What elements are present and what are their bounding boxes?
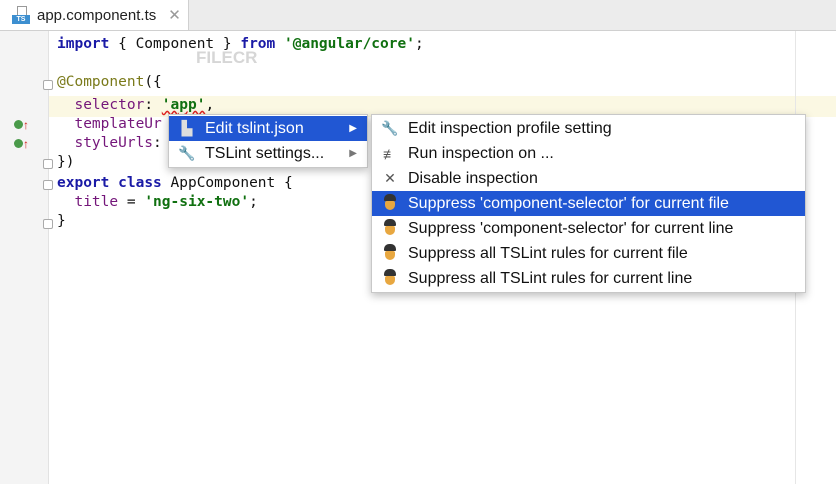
menu-item-label: Edit tslint.json (205, 119, 304, 137)
run-inspection-icon: ≢ (383, 145, 397, 162)
suppress-icon (382, 219, 398, 235)
menu-item-run-inspection[interactable]: ≢ Run inspection on ... (372, 141, 805, 166)
tab-title: app.component.ts (37, 6, 157, 24)
suppress-icon (382, 269, 398, 285)
gutter (0, 31, 49, 484)
code-line[interactable]: import { Component } from '@angular/core… (57, 36, 424, 52)
suppress-icon (382, 194, 398, 210)
menu-item-label: Suppress 'component-selector' for curren… (408, 219, 734, 237)
code-line[interactable]: export class AppComponent { (57, 175, 293, 191)
menu-item-suppress-all-file[interactable]: Suppress all TSLint rules for current fi… (372, 241, 805, 266)
implemented-marker-icon[interactable]: ↑ (14, 118, 29, 132)
fold-icon[interactable] (43, 180, 53, 190)
menu-item-tslint-settings[interactable]: 🔧 TSLint settings... ▶ (169, 141, 367, 166)
tab-app-component[interactable]: TS app.component.ts ✕ (0, 0, 189, 30)
close-icon[interactable]: ✕ (168, 6, 181, 24)
submenu-arrow-icon: ▶ (349, 148, 357, 159)
menu-item-label: Suppress 'component-selector' for curren… (408, 194, 729, 212)
menu-item-label: TSLint settings... (205, 144, 325, 162)
code-line[interactable]: selector: 'app', (57, 97, 214, 113)
menu-item-edit-tslint[interactable]: ▙ Edit tslint.json ▶ (169, 116, 367, 141)
tslint-file-icon: ▙ (181, 120, 193, 136)
suppress-icon (382, 244, 398, 260)
fold-icon[interactable] (43, 219, 53, 229)
menu-item-edit-profile[interactable]: 🔧 Edit inspection profile setting (372, 116, 805, 141)
submenu-arrow-icon: ▶ (349, 123, 357, 134)
menu-item-label: Disable inspection (408, 169, 538, 187)
menu-item-label: Edit inspection profile setting (408, 119, 612, 137)
code-line[interactable]: } (57, 213, 66, 229)
menu-item-suppress-rule-line[interactable]: Suppress 'component-selector' for curren… (372, 216, 805, 241)
close-icon: ✕ (384, 170, 396, 186)
typescript-file-icon: TS (12, 6, 30, 24)
code-line[interactable]: @Component({ (57, 74, 162, 90)
implemented-marker-icon[interactable]: ↑ (14, 137, 29, 151)
fold-icon[interactable] (43, 80, 53, 90)
menu-item-disable-inspection[interactable]: ✕ Disable inspection (372, 166, 805, 191)
wrench-icon: 🔧 (381, 120, 399, 136)
code-line[interactable]: styleUrls: (57, 135, 161, 151)
menu-item-suppress-all-line[interactable]: Suppress all TSLint rules for current li… (372, 266, 805, 291)
fold-icon[interactable] (43, 159, 53, 169)
wrench-icon: 🔧 (178, 145, 196, 161)
code-line[interactable]: templateUr (57, 116, 161, 132)
menu-item-suppress-rule-file[interactable]: Suppress 'component-selector' for curren… (372, 191, 805, 216)
menu-item-label: Suppress all TSLint rules for current fi… (408, 244, 688, 262)
menu-item-label: Run inspection on ... (408, 144, 554, 162)
menu-item-label: Suppress all TSLint rules for current li… (408, 269, 693, 287)
intention-menu: ▙ Edit tslint.json ▶ 🔧 TSLint settings... ▶ (168, 114, 368, 168)
inspection-submenu: 🔧 Edit inspection profile setting ≢ Run in… (371, 114, 806, 293)
code-line[interactable]: title = 'ng-six-two'; (57, 194, 257, 210)
editor-tab-bar: TS app.component.ts ✕ (0, 0, 836, 31)
code-line[interactable]: }) (57, 154, 74, 170)
